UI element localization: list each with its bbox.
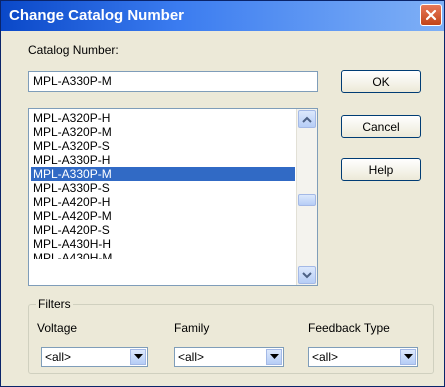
catalog-list-items: MPL-A320P-H MPL-A320P-M MPL-A320P-S MPL-A33… — [31, 111, 295, 259]
voltage-dropdown-button[interactable] — [130, 349, 146, 365]
feedback-type-select-value: <all> — [312, 350, 339, 364]
chevron-down-icon — [403, 354, 413, 359]
list-item[interactable]: MPL-A320P-M — [31, 125, 295, 139]
scroll-thumb[interactable] — [298, 194, 316, 206]
catalog-list[interactable]: MPL-A320P-H MPL-A320P-M MPL-A320P-S MPL-A33… — [28, 108, 318, 286]
help-button[interactable]: Help — [341, 158, 421, 181]
list-item[interactable]: MPL-A420P-M — [31, 209, 295, 223]
chevron-down-icon — [269, 354, 279, 359]
title-bar[interactable]: Change Catalog Number — [1, 1, 444, 31]
feedback-type-label: Feedback Type — [308, 321, 390, 335]
filters-group: Filters Voltage Family Feedback Type <al… — [28, 297, 434, 374]
ok-button[interactable]: OK — [341, 70, 421, 93]
catalog-number-input[interactable]: MPL-A330P-M — [28, 71, 318, 92]
close-icon — [425, 9, 437, 21]
scroll-up-button[interactable] — [298, 110, 316, 128]
list-item[interactable]: MPL-A330P-H — [31, 153, 295, 167]
list-scrollbar[interactable] — [296, 109, 317, 285]
list-item[interactable]: MPL-A320P-S — [31, 139, 295, 153]
voltage-label: Voltage — [37, 321, 78, 335]
dialog-title: Change Catalog Number — [9, 7, 185, 24]
list-item[interactable]: MPL-A330P-M — [31, 167, 295, 181]
chevron-down-icon — [133, 354, 143, 359]
family-select[interactable]: <all> — [174, 347, 284, 367]
list-item[interactable]: MPL-A320P-H — [31, 111, 295, 125]
catalog-number-label: Catalog Number: — [28, 43, 119, 57]
list-item[interactable]: MPL-A430H-M — [31, 251, 295, 259]
list-item[interactable]: MPL-A430H-H — [31, 237, 295, 251]
change-catalog-dialog: Change Catalog Number Catalog Number: MP… — [0, 0, 445, 387]
chevron-down-icon — [302, 271, 312, 278]
family-dropdown-button[interactable] — [266, 349, 282, 365]
list-item[interactable]: MPL-A420P-S — [31, 223, 295, 237]
list-item[interactable]: MPL-A420P-H — [31, 195, 295, 209]
scroll-down-button[interactable] — [298, 266, 316, 284]
close-button[interactable] — [420, 4, 442, 26]
cancel-button[interactable]: Cancel — [341, 115, 421, 138]
voltage-select[interactable]: <all> — [41, 347, 148, 367]
voltage-select-value: <all> — [45, 350, 72, 364]
list-item[interactable]: MPL-A330P-S — [31, 181, 295, 195]
family-select-value: <all> — [178, 350, 205, 364]
feedback-type-dropdown-button[interactable] — [400, 349, 416, 365]
filters-legend: Filters — [36, 297, 73, 311]
family-label: Family — [174, 321, 210, 335]
feedback-type-select[interactable]: <all> — [308, 347, 418, 367]
chevron-up-icon — [302, 116, 312, 123]
